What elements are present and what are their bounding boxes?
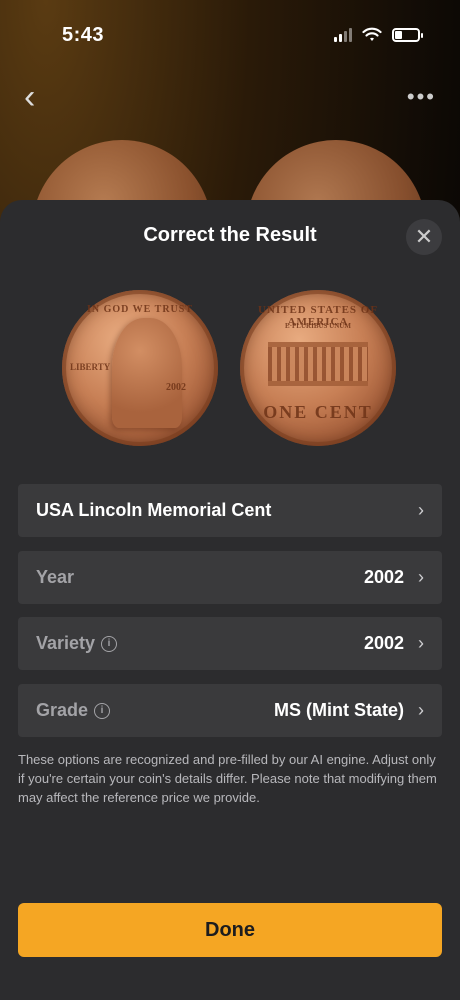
row-variety-label-wrap: Variety i: [36, 633, 118, 654]
close-button[interactable]: ✕: [406, 219, 442, 255]
ai-disclaimer-note: These options are recognized and pre-fil…: [18, 752, 437, 805]
status-bar: 5:43: [0, 0, 460, 70]
status-icons: [334, 27, 423, 43]
chevron-right-icon: ›: [418, 700, 424, 720]
cellular-signal-icon: [334, 28, 352, 42]
coin-eplur: E·PLURIBUS UNUM: [285, 322, 351, 330]
coin-denomination: ONE CENT: [263, 402, 373, 422]
lincoln-memorial: [268, 342, 368, 386]
row-year-label: Year: [36, 567, 75, 587]
coin-year: 2002: [166, 382, 186, 393]
sheet-title: Correct the Result: [143, 224, 317, 246]
chevron-right-icon: ›: [418, 633, 424, 653]
row-grade-label: Grade: [36, 700, 89, 720]
top-nav: ‹ •••: [0, 72, 460, 122]
row-variety[interactable]: Variety i 2002 ›: [18, 617, 442, 670]
correct-result-sheet: Correct the Result ✕ IN GOD WE TRUST LIB…: [0, 200, 460, 1000]
coin-reverse-image: UNITED STATES OF AMERICA E·PLURIBUS UNUM…: [240, 290, 396, 446]
wifi-icon: [362, 27, 382, 41]
battery-icon: [392, 28, 423, 42]
status-time: 5:43: [62, 23, 105, 46]
coin-obverse-image: IN GOD WE TRUST LIBERTY 2002: [62, 290, 218, 446]
coin-motto: IN GOD WE TRUST: [86, 304, 194, 315]
close-icon: ✕: [414, 224, 434, 249]
row-grade-value: MS (Mint State): [274, 700, 404, 720]
more-options-button[interactable]: •••: [407, 84, 436, 110]
row-year-label-wrap: Year: [36, 567, 74, 588]
chevron-right-icon: ›: [418, 500, 424, 520]
coin-liberty: LIBERTY: [70, 362, 111, 372]
chevron-right-icon: ›: [418, 567, 424, 587]
row-year[interactable]: Year 2002 ›: [18, 551, 442, 604]
row-variety-label: Variety: [36, 633, 96, 653]
done-button[interactable]: Done: [18, 903, 442, 957]
info-icon[interactable]: i: [94, 702, 111, 719]
lincoln-bust: [112, 318, 182, 428]
info-icon[interactable]: i: [101, 635, 118, 652]
row-coin-name-label: USA Lincoln Memorial Cent: [36, 500, 272, 520]
row-year-value: 2002: [363, 567, 404, 587]
back-button[interactable]: ‹: [24, 80, 35, 114]
row-coin-name[interactable]: USA Lincoln Memorial Cent ›: [18, 484, 442, 537]
row-grade-label-wrap: Grade i: [36, 700, 111, 721]
row-grade[interactable]: Grade i MS (Mint State) ›: [18, 684, 442, 737]
row-variety-value: 2002: [363, 633, 404, 653]
